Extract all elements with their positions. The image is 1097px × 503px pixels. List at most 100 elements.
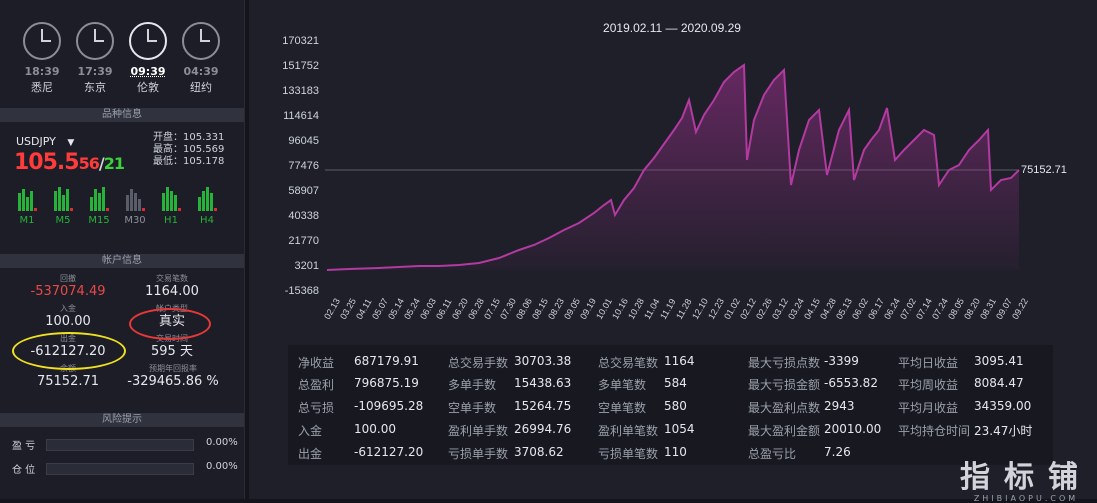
risk-label: 盈 亏 bbox=[12, 441, 36, 452]
stats-row: 总盈利 796875.19 多单手数 15438.63 多单笔数 584 最大亏… bbox=[288, 373, 1053, 395]
svg-text:2019.02.11 — 2020.09.29: 2019.02.11 — 2020.09.29 bbox=[603, 21, 741, 35]
timeframe-m30[interactable]: M30 bbox=[122, 185, 148, 226]
clock-icon bbox=[76, 22, 114, 60]
timeframe-label: H4 bbox=[200, 215, 214, 226]
stat-value: 110 bbox=[664, 445, 687, 459]
timeframe-label: M30 bbox=[124, 215, 146, 226]
signal-bars-icon bbox=[50, 185, 76, 211]
svg-text:75152.71: 75152.71 bbox=[1021, 164, 1067, 176]
equity-chart-image: 2019.02.11 — 2020.09.29 170321 151752 1331… bbox=[249, 0, 1097, 340]
watermark-cn: 指标铺 bbox=[960, 460, 1092, 495]
stat-label: 最大亏损金额 bbox=[748, 378, 821, 392]
ohl-values: 开盘：105.331 最高：105.569 最低：105.178 bbox=[153, 132, 224, 168]
trades-cell: 交易笔数 1164.00 bbox=[122, 274, 222, 300]
timeframe-m15[interactable]: M15 bbox=[86, 185, 112, 226]
clock-time: 04:39 bbox=[183, 65, 219, 78]
clock-icon bbox=[182, 22, 220, 60]
timeframe-label: M1 bbox=[19, 215, 35, 226]
stat-value: 3095.41 bbox=[974, 354, 1024, 368]
clock-tokyo[interactable]: 17:39 东京 bbox=[73, 22, 117, 95]
account-info: 回撤 -537074.49 交易笔数 1164.00 入金 100.00 帐户类… bbox=[0, 268, 244, 398]
stat-value: 23.47小时 bbox=[974, 424, 1033, 438]
balance-label: 余额 bbox=[60, 364, 76, 373]
withdraw-value: -612127.20 bbox=[30, 344, 106, 359]
stat-label: 最大亏损点数 bbox=[748, 356, 821, 370]
withdraw-label: 出金 bbox=[60, 334, 76, 343]
clock-icon bbox=[129, 22, 167, 60]
stats-row: 总亏损 -109695.28 空单手数 15264.75 空单笔数 580 最大… bbox=[288, 396, 1053, 418]
symbol-selector[interactable]: USDJPY ▼ bbox=[16, 135, 74, 148]
stat-value: 8084.47 bbox=[974, 376, 1024, 390]
stat-value: 100.00 bbox=[354, 422, 396, 436]
stat-value: 580 bbox=[664, 399, 687, 413]
clock-city: 悉尼 bbox=[31, 81, 53, 94]
stat-value: 20010.00 bbox=[824, 422, 882, 436]
clock-city: 伦敦 bbox=[137, 81, 159, 94]
stat-label: 总交易手数 bbox=[448, 356, 509, 370]
stat-value: 3708.62 bbox=[514, 445, 564, 459]
left-panel: 18:39 悉尼 17:39 东京 09:39 伦敦 04:39 纽约 品种信息… bbox=[0, 0, 245, 499]
stat-label: 出金 bbox=[298, 447, 323, 461]
stat-label: 最大盈利点数 bbox=[748, 401, 821, 415]
stat-label: 净收益 bbox=[298, 356, 335, 370]
deposit-cell: 入金 100.00 bbox=[20, 304, 116, 330]
svg-text:3201: 3201 bbox=[295, 260, 319, 272]
price-spread: 21 bbox=[103, 154, 125, 173]
drawdown-value: -537074.49 bbox=[30, 284, 106, 299]
timeframe-label: M5 bbox=[55, 215, 71, 226]
clock-time: 17:39 bbox=[77, 65, 113, 78]
signal-bars-icon bbox=[158, 185, 184, 211]
stat-label: 平均月收益 bbox=[898, 401, 959, 415]
risk-percent: 0.00% bbox=[206, 437, 238, 448]
watermark: 指标铺 ZHIBIAOPU.COM bbox=[960, 452, 1092, 503]
risk-progress-bar bbox=[46, 439, 194, 451]
svg-text:58907: 58907 bbox=[288, 185, 319, 197]
svg-text:-15368: -15368 bbox=[285, 285, 319, 297]
timeframe-label: M15 bbox=[88, 215, 110, 226]
account-type-cell: 帐户类型 真实 bbox=[122, 304, 222, 330]
stat-value: 796875.19 bbox=[354, 376, 419, 390]
stat-label: 多单手数 bbox=[448, 378, 497, 392]
svg-text:96045: 96045 bbox=[288, 135, 319, 147]
svg-text:09.22: 09.22 bbox=[1010, 296, 1030, 321]
account-type-label: 帐户类型 bbox=[156, 304, 188, 313]
trades-label: 交易笔数 bbox=[156, 274, 188, 283]
stat-value: -109695.28 bbox=[354, 399, 424, 413]
symbol-name: USDJPY bbox=[16, 135, 56, 148]
annual-return-label: 预期年回报率 bbox=[149, 364, 197, 373]
timeframe-h1[interactable]: H1 bbox=[158, 185, 184, 226]
deposit-value: 100.00 bbox=[45, 314, 91, 329]
svg-text:77476: 77476 bbox=[288, 160, 319, 172]
open-price: 开盘：105.331 bbox=[153, 132, 225, 143]
annual-return-cell: 预期年回报率 -329465.86 % bbox=[118, 364, 228, 390]
trades-value: 1164.00 bbox=[145, 284, 199, 299]
clock-city: 纽约 bbox=[190, 81, 212, 94]
clock-sydney[interactable]: 18:39 悉尼 bbox=[20, 22, 64, 95]
stat-label: 总盈利 bbox=[298, 378, 335, 392]
stat-value: 2943 bbox=[824, 399, 855, 413]
stat-label: 空单笔数 bbox=[598, 401, 647, 415]
section-title-account: 帐户信息 bbox=[0, 254, 244, 268]
balance-value: 75152.71 bbox=[36, 374, 100, 389]
clock-time: 18:39 bbox=[24, 65, 60, 78]
timeframe-m1[interactable]: M1 bbox=[14, 185, 40, 226]
stat-value: -612127.20 bbox=[354, 445, 424, 459]
timeframe-m5[interactable]: M5 bbox=[50, 185, 76, 226]
price-display: 105.556/21 bbox=[14, 150, 125, 175]
stat-value: 15264.75 bbox=[514, 399, 572, 413]
withdraw-cell: 出金 -612127.20 bbox=[20, 334, 116, 360]
stat-label: 盈利单手数 bbox=[448, 424, 509, 438]
drawdown-label: 回撤 bbox=[60, 274, 76, 283]
timeframe-label: H1 bbox=[164, 215, 178, 226]
svg-text:21770: 21770 bbox=[288, 235, 319, 247]
timeframe-h4[interactable]: H4 bbox=[194, 185, 220, 226]
stat-label: 空单手数 bbox=[448, 401, 497, 415]
stat-label: 平均周收益 bbox=[898, 378, 959, 392]
stat-label: 亏损单手数 bbox=[448, 447, 509, 461]
annual-return-value: -329465.86 % bbox=[127, 374, 219, 389]
low-price: 最低：105.178 bbox=[153, 156, 225, 167]
clock-london[interactable]: 09:39 伦敦 bbox=[126, 22, 170, 95]
trade-days-label: 交易时间 bbox=[156, 334, 188, 343]
clock-newyork[interactable]: 04:39 纽约 bbox=[179, 22, 223, 95]
stat-value: 584 bbox=[664, 376, 687, 390]
